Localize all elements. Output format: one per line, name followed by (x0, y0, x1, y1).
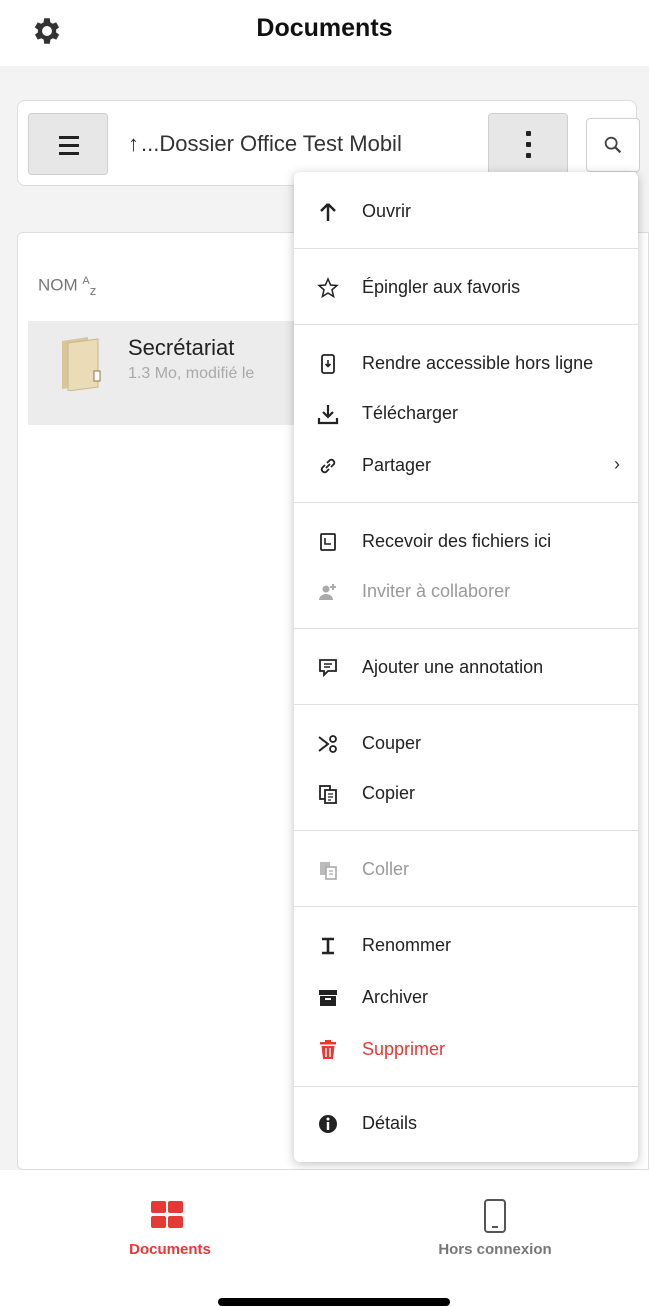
menu-divider (294, 906, 638, 907)
menu-item-open[interactable]: Ouvrir (294, 192, 638, 232)
breadcrumb[interactable]: ↑...Dossier Office Test Mobil (128, 131, 402, 157)
inbox-icon (320, 533, 336, 551)
column-header-name[interactable]: NOM Az (38, 275, 96, 298)
arrow-up-icon: ↑ (128, 131, 139, 156)
menu-divider (294, 248, 638, 249)
link-icon (320, 458, 336, 474)
menu-item-invite: Inviter à collaborer (294, 572, 638, 612)
copy-icon (319, 785, 337, 804)
nav-tab-documents-label: Documents (129, 1241, 211, 1258)
hamburger-icon-line (59, 152, 79, 155)
menu-item-add-annotation[interactable]: Ajouter une annotation (294, 648, 638, 688)
vertical-dots-icon-dot (526, 142, 531, 147)
menu-item-archive[interactable]: Archiver (294, 978, 638, 1018)
menu-divider (294, 1086, 638, 1087)
menu-item-label: Télécharger (362, 403, 459, 423)
table-row[interactable]: Secrétariat 1.3 Mo, modifié le (28, 321, 318, 425)
app-header: Documents (0, 0, 649, 66)
menu-item-label: Couper (362, 733, 422, 753)
menu-item-label: Épingler aux favoris (362, 277, 521, 297)
menu-divider (294, 704, 638, 705)
menu-item-label: Détails (362, 1113, 418, 1133)
chevron-right-icon: › (614, 454, 620, 474)
nav-tab-documents[interactable]: Documents (100, 1198, 240, 1278)
menu-item-offline[interactable]: Rendre accessible hors ligne (294, 344, 638, 384)
menu-item-details[interactable]: Détails (294, 1104, 638, 1144)
arrow-up-icon (320, 203, 336, 221)
vertical-dots-icon (526, 131, 531, 136)
grid-icon (151, 1201, 183, 1228)
row-name: Secrétariat (128, 335, 235, 360)
more-actions-button[interactable] (488, 113, 568, 175)
hamburger-icon-line (59, 144, 79, 147)
sort-icon-z: z (89, 283, 97, 299)
menu-divider (294, 502, 638, 503)
menu-item-paste: Coller (294, 850, 638, 890)
column-header-label: NOM (38, 275, 78, 295)
menu-item-label: Ouvrir (362, 201, 411, 221)
paste-icon (320, 862, 337, 880)
menu-item-delete[interactable]: Supprimer (294, 1030, 638, 1070)
menu-item-label: Copier (362, 783, 416, 803)
phone-icon (484, 1199, 506, 1233)
breadcrumb-label: ...Dossier Office Test Mobil (141, 131, 402, 156)
menu-item-label: Recevoir des fichiers ici (362, 531, 552, 551)
trash-icon (320, 1040, 336, 1059)
nav-tab-offline[interactable]: Hors connexion (420, 1198, 570, 1278)
sort-icon: A (82, 275, 90, 287)
menu-item-label: Partager (362, 455, 432, 475)
menu-item-cut[interactable]: Couper (294, 724, 638, 764)
menu-item-label: Archiver (362, 987, 429, 1007)
bottom-nav: Documents Hors connexion (0, 1170, 649, 1306)
info-icon (319, 1115, 337, 1133)
home-indicator[interactable] (218, 1298, 450, 1306)
hamburger-menu-button[interactable] (28, 113, 108, 175)
star-outline-icon (317, 277, 339, 299)
archive-icon (319, 990, 337, 1006)
menu-item-label: Supprimer (362, 1039, 446, 1059)
context-menu: Ouvrir Épingler aux favoris Rendre acces… (294, 172, 638, 1162)
menu-divider (294, 628, 638, 629)
menu-item-pin-favorites[interactable]: Épingler aux favoris (294, 268, 638, 308)
text-cursor-icon (322, 937, 334, 955)
menu-item-label: Coller (362, 859, 410, 879)
add-user-icon (319, 584, 336, 600)
folder-icon (62, 337, 101, 391)
menu-item-label: Inviter à collaborer (362, 581, 511, 601)
page-title: Documents (256, 14, 393, 42)
comment-icon (319, 659, 337, 678)
menu-item-download[interactable]: Télécharger (294, 394, 638, 434)
search-icon (604, 136, 622, 154)
menu-item-label: Rendre accessible hors ligne (362, 353, 594, 373)
row-meta: 1.3 Mo, modifié le (128, 365, 255, 382)
search-button[interactable] (586, 118, 640, 172)
menu-item-label: Ajouter une annotation (362, 657, 544, 677)
download-icon (317, 405, 339, 425)
hamburger-icon (59, 136, 79, 139)
menu-item-share[interactable]: Partager › (294, 446, 638, 486)
mobile-download-icon (321, 354, 335, 374)
menu-item-receive-files[interactable]: Recevoir des fichiers ici (294, 522, 638, 562)
vertical-dots-icon-dot (526, 153, 531, 158)
menu-item-copy[interactable]: Copier (294, 774, 638, 814)
nav-tab-offline-label: Hors connexion (438, 1241, 552, 1258)
menu-item-label: Renommer (362, 935, 452, 955)
menu-item-rename[interactable]: Renommer (294, 926, 638, 966)
scissors-icon (318, 735, 337, 753)
menu-divider (294, 324, 638, 325)
menu-divider (294, 830, 638, 831)
